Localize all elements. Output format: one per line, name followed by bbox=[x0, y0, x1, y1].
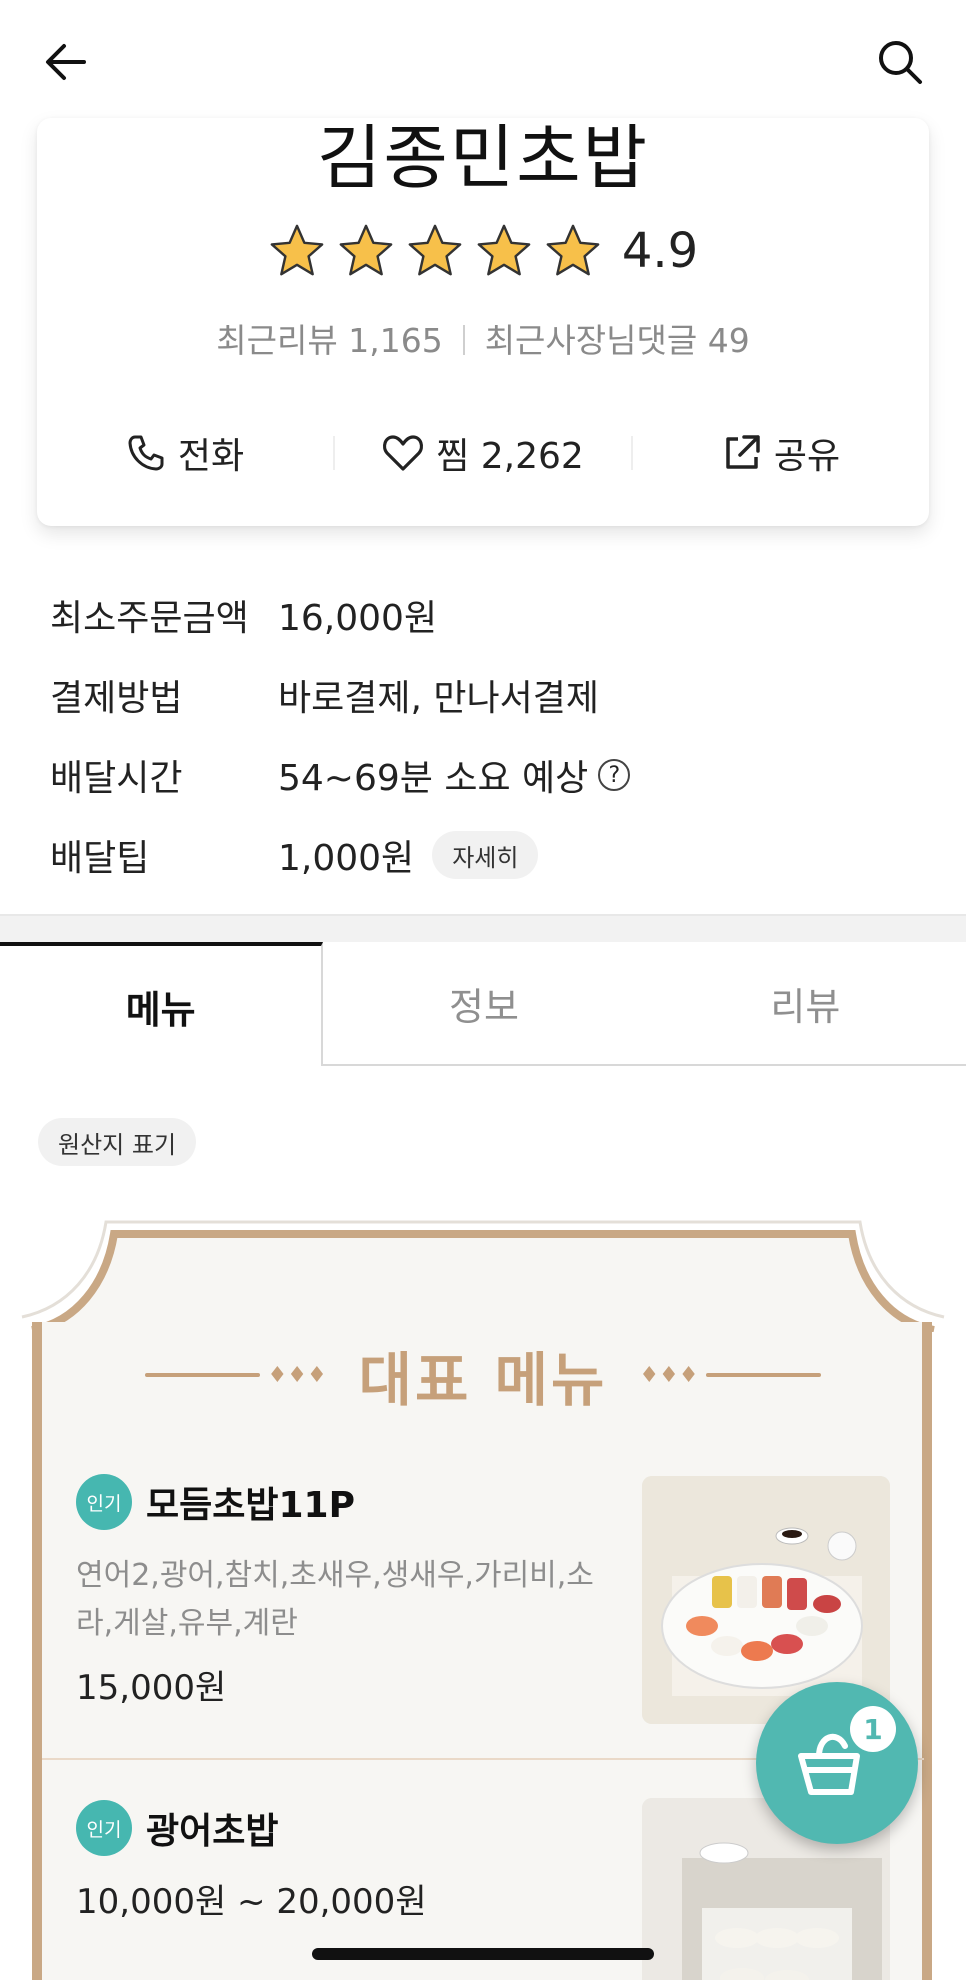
phone-icon bbox=[128, 435, 164, 471]
star-icon bbox=[408, 224, 462, 276]
owner-replies-link[interactable]: 최근사장님댓글 49 bbox=[485, 321, 750, 360]
review-summary: 최근리뷰 1,165 최근사장님댓글 49 bbox=[37, 314, 929, 362]
info-value-wrap: 54~69분 소요 예상 ? bbox=[278, 749, 631, 801]
info-label: 결제방법 bbox=[50, 678, 183, 719]
share-button[interactable]: 공유 bbox=[633, 418, 929, 488]
search-button[interactable] bbox=[868, 30, 932, 94]
ornament-diamonds: ♦♦♦ bbox=[639, 1362, 699, 1388]
share-label: 공유 bbox=[773, 436, 841, 477]
heart-icon bbox=[383, 435, 424, 471]
star-rating bbox=[268, 222, 602, 280]
back-button[interactable] bbox=[34, 30, 98, 94]
tab-info[interactable]: 정보 bbox=[323, 942, 645, 1066]
info-value: 바로결제, 만나서결제 bbox=[278, 678, 599, 719]
rating-value: 4.9 bbox=[621, 223, 699, 279]
ornament-diamonds: ♦♦♦ bbox=[267, 1362, 327, 1388]
info-row-payment: 결제방법 바로결제, 만나서결제 bbox=[50, 655, 920, 735]
origin-label-button[interactable]: 원산지 표기 bbox=[38, 1118, 197, 1166]
info-label: 배달팁 bbox=[50, 838, 150, 879]
info-value: 16,000원 bbox=[278, 598, 438, 639]
top-nav bbox=[0, 0, 966, 120]
info-value: 1,000원 bbox=[278, 838, 415, 879]
info-row-delivery-time: 배달시간 54~69분 소요 예상 ? bbox=[50, 735, 920, 815]
menu-item-name: 모듬초밥11P bbox=[146, 1485, 355, 1526]
call-button[interactable]: 전화 bbox=[37, 418, 333, 488]
featured-title-row: ♦♦♦ 대표 메뉴 ♦♦♦ bbox=[18, 1330, 948, 1420]
popular-badge: 인기 bbox=[76, 1474, 132, 1530]
popular-badge: 인기 bbox=[76, 1800, 132, 1856]
store-actions: 전화 찜 2,262 공유 bbox=[37, 418, 929, 488]
info-value-wrap: 1,000원 자세히 bbox=[278, 829, 539, 881]
recent-reviews-link[interactable]: 최근리뷰 1,165 bbox=[216, 321, 442, 360]
ornament-line bbox=[144, 1373, 260, 1377]
menu-item-description: 연어2,광어,참치,초새우,생새우,가리비,소라,게살,유부,계란 bbox=[76, 1558, 594, 1641]
rating-row: 4.9 bbox=[37, 222, 929, 280]
featured-menu-section: ♦♦♦ 대표 메뉴 ♦♦♦ 인기 모듬초밥11P 연어2,광어,참치,초새우,생… bbox=[18, 1212, 948, 1980]
cart-button[interactable]: 1 bbox=[756, 1682, 918, 1844]
info-row-min-order: 최소주문금액 16,000원 bbox=[50, 575, 920, 655]
star-icon bbox=[546, 224, 600, 276]
featured-title: 대표 메뉴 bbox=[358, 1346, 608, 1414]
info-label: 배달시간 bbox=[50, 758, 183, 799]
search-icon bbox=[879, 41, 922, 84]
like-label: 찜 2,262 bbox=[436, 436, 584, 477]
star-icon bbox=[477, 224, 531, 276]
menu-item-name: 광어초밥 bbox=[146, 1811, 279, 1852]
info-value: 54~69분 소요 예상 bbox=[278, 758, 589, 799]
divider bbox=[462, 325, 465, 355]
store-tabs: 메뉴 정보 리뷰 bbox=[0, 942, 966, 1066]
info-label: 최소주문금액 bbox=[50, 598, 249, 639]
star-icon bbox=[270, 224, 324, 276]
star-icon bbox=[339, 224, 393, 276]
delivery-tip-detail-button[interactable]: 자세히 bbox=[432, 831, 539, 879]
cart-count-badge: 1 bbox=[850, 1706, 896, 1752]
arrow-left-icon bbox=[46, 44, 86, 80]
section-divider bbox=[0, 914, 966, 942]
help-icon[interactable]: ? bbox=[598, 759, 631, 791]
home-indicator[interactable] bbox=[312, 1948, 654, 1960]
tab-menu[interactable]: 메뉴 bbox=[0, 942, 324, 1066]
info-row-delivery-tip: 배달팁 1,000원 자세히 bbox=[50, 815, 920, 895]
tab-reviews[interactable]: 리뷰 bbox=[644, 942, 966, 1066]
like-button[interactable]: 찜 2,262 bbox=[335, 418, 631, 488]
share-icon bbox=[726, 435, 760, 469]
call-label: 전화 bbox=[177, 436, 245, 477]
store-card: 김종민초밥 4.9 최근리뷰 1,165 최근사장님댓글 49 전화 찜 2,26… bbox=[37, 118, 929, 526]
store-info: 최소주문금액 16,000원 결제방법 바로결제, 만나서결제 배달시간 54~… bbox=[50, 575, 920, 895]
frame-ornament bbox=[21, 1220, 945, 1332]
store-name: 김종민초밥 bbox=[317, 117, 649, 199]
ornament-line bbox=[706, 1373, 822, 1377]
